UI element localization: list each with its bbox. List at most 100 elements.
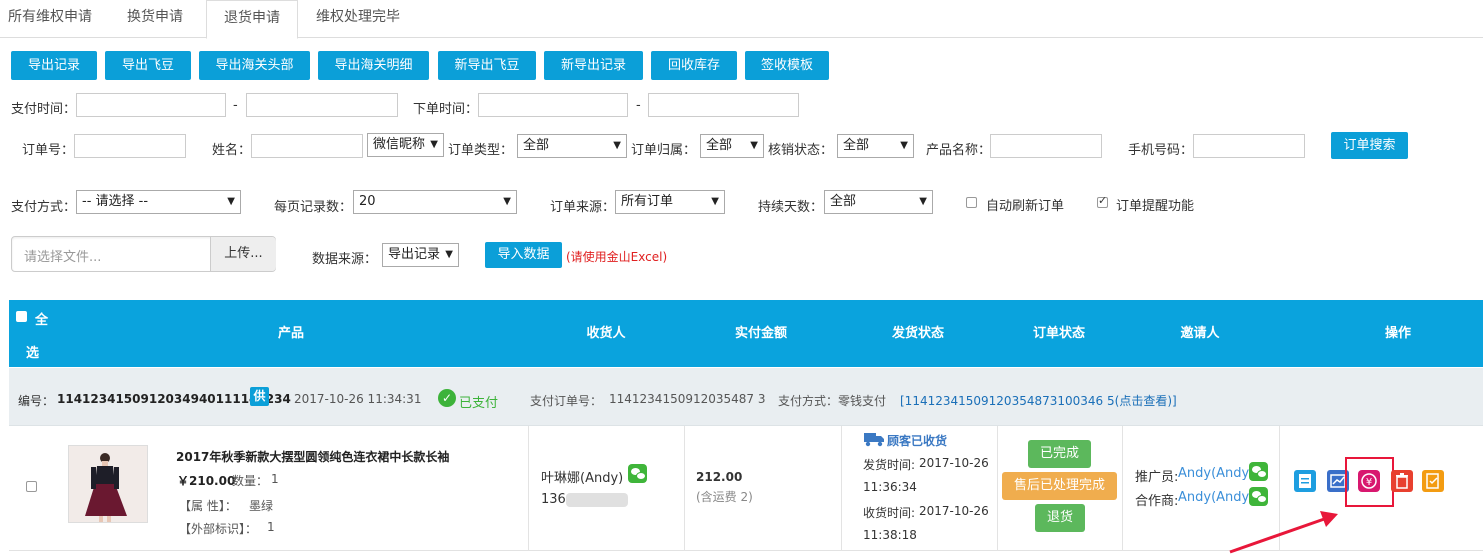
after-sale-done-button[interactable]: 售后已处理完成 [1002,472,1117,500]
import-note: (请使用金山Excel) [566,250,668,264]
phone-input[interactable] [1193,134,1305,158]
ext-label: 【外部标识】： [179,522,258,536]
ship-date: 2017-10-26 [919,456,989,470]
arrow-annotation [1229,511,1338,554]
order-type-select[interactable]: 全部 ▼ [517,134,627,158]
col-actions: 操作 [1384,326,1411,341]
recv-clock: 11:38:18 [863,528,917,542]
paid-amount: 212.00 [696,470,743,484]
pay-order-label: 支付订单号： [530,394,603,408]
order-source-select[interactable]: 所有订单 ▼ [615,190,725,214]
product-name-input[interactable] [990,134,1102,158]
tab-rights-done[interactable]: 维权处理完毕 [310,0,406,38]
order-time-end-input[interactable] [648,93,799,117]
attr-label: 【属 性】： [179,499,237,513]
pay-detail-link[interactable]: [11412341509120354873100346 5(点击查看)] [900,392,1177,409]
pay-time-start-input[interactable] [76,93,226,117]
row-checkbox[interactable] [26,481,37,492]
auto-refresh-checkbox[interactable] [966,197,977,208]
file-input[interactable]: 请选择文件... [24,246,101,265]
partner-link[interactable]: Andy(Andy) [1178,490,1254,505]
select-all-checkbox[interactable] [16,311,27,322]
sign-template-button[interactable]: 签收模板 [745,51,829,80]
col-receiver: 收货人 [586,326,626,341]
order-time-start-input[interactable] [478,93,628,117]
svg-text:¥: ¥ [1366,477,1372,488]
new-export-feidou-button[interactable]: 新导出飞豆 [438,51,536,80]
pay-order-no: 1141234150912035487 3 [609,392,766,406]
ext-value: 1 [267,520,275,534]
col-ship-status: 发货状态 [891,326,944,341]
table-header: 全 选 产品 收货人 实付金额 发货状态 订单状态 邀请人 操作 [9,300,1483,367]
tab-return[interactable]: 退货申请 [206,0,298,39]
attr-value: 墨绿 [249,499,274,513]
order-no-input[interactable] [74,134,186,158]
page-size-select[interactable]: 20 ▼ [353,190,517,214]
export-customs-detail-button[interactable]: 导出海关明细 [318,51,429,80]
product-image[interactable] [68,445,148,523]
wechat-icon[interactable] [1249,487,1268,506]
auto-refresh-label: 自动刷新订单 [986,199,1065,214]
new-export-records-button[interactable]: 新导出记录 [544,51,643,80]
product-title[interactable]: 2017年秋季新款大摆型圆领纯色连衣裙中长款长袖 [176,448,449,465]
trash-icon[interactable] [1391,470,1413,492]
order-time: 2017-10-26 11:34:31 [294,392,422,406]
phone-label: 手机号码： [1128,143,1194,158]
file-picker[interactable]: 请选择文件... 上传... [11,236,276,272]
col-order-status: 订单状态 [1032,326,1085,341]
order-owner-label: 订单归属： [631,143,697,158]
recv-time-label: 收货时间: [863,506,916,520]
pay-time-end-input[interactable] [246,93,398,117]
receiver-phone: 136 [541,492,566,507]
refund-button[interactable]: 退货 [1035,504,1085,532]
import-data-button[interactable]: 导入数据 [485,242,562,268]
tab-all-rights[interactable]: 所有维权申请 [2,0,98,38]
partner-label: 合作商: [1135,494,1179,509]
upload-button[interactable]: 上传... [210,237,276,271]
promoter-link[interactable]: Andy(Andy) [1178,466,1254,481]
duration-label: 持续天数： [758,200,824,215]
supply-badge: 供 [250,387,269,406]
wechat-icon[interactable] [628,464,647,483]
order-search-button[interactable]: 订单搜索 [1331,132,1408,159]
recycle-stock-button[interactable]: 回收库存 [651,51,737,80]
refund-icon[interactable]: ¥ [1358,470,1380,492]
order-time-label: 下单时间： [413,102,479,117]
product-price: ￥210.00 [177,474,236,488]
export-customs-header-button[interactable]: 导出海关头部 [199,51,310,80]
note-icon[interactable] [1294,470,1316,492]
status-done-button[interactable]: 已完成 [1028,440,1091,468]
recv-date: 2017-10-26 [919,504,989,518]
order-type-label: 订单类型： [448,143,514,158]
order-owner-select[interactable]: 全部 ▼ [700,134,764,158]
tab-bar: 所有维权申请 换货申请 退货申请 维权处理完毕 [0,0,1483,39]
name-label: 姓名： [212,143,252,158]
sign-icon[interactable] [1422,470,1444,492]
name-type-select[interactable]: 微信昵称 ▼ [367,133,444,157]
ship-time-label: 发货时间: [863,458,916,472]
dress-illustration [69,446,147,522]
reminder-checkbox[interactable] [1097,194,1108,208]
pay-time-label: 支付时间： [11,102,77,117]
wechat-icon[interactable] [1249,462,1268,481]
verify-status-label: 核销状态： [768,143,834,158]
pay-method-text: 支付方式：零钱支付 [778,394,887,408]
product-name-label: 产品名称： [926,143,992,158]
data-source-select[interactable]: 导出记录 ▼ [382,243,459,267]
paid-check-icon: ✓ [438,389,456,407]
pay-method-label: 支付方式： [11,200,77,215]
date-separator: - [636,98,641,113]
tab-exchange[interactable]: 换货申请 [121,0,189,38]
qty-label: 数量： [232,474,269,488]
truck-icon [864,433,884,447]
phone-blur [566,493,628,507]
export-feidou-button[interactable]: 导出飞豆 [105,51,191,80]
order-info-row: 编号： 1141234150912034940111141234 供 2017-… [9,368,1483,426]
verify-status-select[interactable]: 全部 ▼ [837,134,914,158]
select-all-label-2: 选 [26,346,40,361]
export-records-button[interactable]: 导出记录 [11,51,97,80]
pay-method-select[interactable]: -- 请选择 -- ▼ [76,190,241,214]
name-input[interactable] [251,134,363,158]
duration-select[interactable]: 全部 ▼ [824,190,933,214]
ship-status: 顾客已收货 [887,434,948,448]
